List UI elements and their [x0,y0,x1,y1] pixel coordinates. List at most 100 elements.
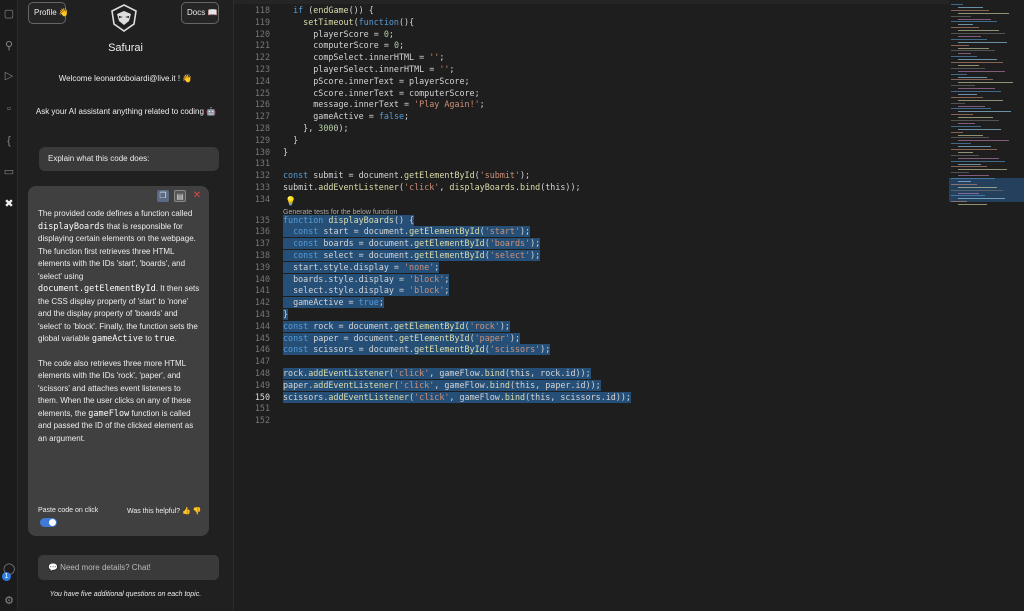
document-icon[interactable]: ▤ [174,190,186,202]
code-text: paper.addEventListener('click', gameFlow… [283,379,601,391]
code-text: boards.style.display = 'block'; [283,273,450,285]
safurai-icon[interactable]: ✖ [3,198,15,210]
minimap-line [951,178,995,179]
code-text: const start = document.getElementById('s… [283,226,531,238]
minimap-line [958,30,999,32]
line-number: 125 [254,87,270,98]
line-number: 146 [254,344,270,355]
minimap-line [958,88,995,90]
code-text: pScore.innerText = playerScore; [283,75,470,86]
run-debug-icon[interactable]: ▷ [3,70,15,82]
line-number: 150 [254,391,270,402]
line-number: 151 [254,403,270,414]
extensions-icon[interactable]: ▫ [3,103,15,115]
minimap-line [951,120,999,121]
code-text: gameActive = true; [283,297,384,309]
code-text: const paper = document.getElementById('p… [283,332,521,344]
code-text: rock.addEventListener('click', gameFlow.… [283,368,591,379]
minimap-line [951,102,965,104]
answer-text-segment: . [174,334,177,343]
minimap-line [951,108,991,110]
code-text: start.style.display = 'none'; [283,261,440,273]
line-number: 135 [254,214,270,225]
minimap-line [958,99,1003,101]
chat-input[interactable]: 💬 Need more details? Chat! [38,555,219,580]
safurai-logo [111,4,137,32]
line-number: 130 [254,146,270,157]
minimap-line [958,192,979,194]
docs-button[interactable]: Docs 📖 [181,2,219,24]
minimap-line [958,47,989,49]
minimap-line [958,70,1005,72]
close-icon[interactable]: ✕ [191,190,203,202]
minimap-line [958,140,1009,142]
code-text: message.innerText = 'Play Again!'; [283,99,485,110]
profile-button[interactable]: Profile 👋 [28,2,69,24]
line-number: 134 [254,193,270,204]
minimap-line [951,154,979,156]
terminal-icon[interactable]: ▭ [3,166,15,178]
line-number: 121 [254,40,270,51]
answer-toolbar: ❐ ▤ ✕ [157,190,203,202]
minimap-line [951,38,987,40]
minimap-line [958,6,983,8]
minimap-line [951,131,963,133]
minimap-line [958,82,1013,84]
questions-remaining-note: You have five additional questions on ea… [49,591,202,598]
code-text: } [283,146,289,157]
assistant-sidebar: Profile 👋 Docs 📖 Safurai Welcome leonard… [18,0,233,611]
minimap-line [951,73,967,75]
line-number: 138 [254,250,270,260]
minimap-line [958,76,987,78]
line-number: 142 [254,297,270,308]
minimap[interactable] [949,0,1024,611]
line-number: 152 [254,415,270,426]
minimap-line [958,64,979,66]
explorer-icon[interactable]: ▢ [3,8,15,20]
minimap-line [951,50,995,52]
code-text: const select = document.getElementById('… [283,250,541,261]
answer-paragraph: The provided code defines a function cal… [38,208,200,346]
source-control-icon[interactable]: ⚲ [3,40,15,52]
line-number: 141 [254,285,270,296]
inline-code: gameActive [91,334,144,344]
code-editor[interactable]: 118 if (endGame()) {119 setTimeout(funct… [233,0,1024,611]
minimap-line [951,143,971,145]
helpful-prompt[interactable]: Was this helpful? 👍 👎 [127,507,201,515]
line-number: 129 [254,134,270,145]
settings-icon[interactable]: ⚙ [3,595,15,607]
minimap-line [958,111,1011,113]
line-number: 140 [254,273,270,284]
code-text: } [283,134,299,145]
line-number: 147 [254,356,270,367]
minimap-line [951,149,997,150]
minimap-line [951,56,977,58]
code-lens-generate-tests[interactable]: Generate tests for the below function [283,209,397,216]
minimap-line [951,33,1005,34]
copy-icon[interactable]: ❐ [157,190,169,202]
code-text: }, 3000); [283,123,349,133]
paste-code-toggle[interactable] [40,518,57,527]
line-number: 143 [254,309,270,319]
line-number: 144 [254,320,270,331]
code-text: const boards = document.getElementById('… [283,238,541,250]
activity-bar: ▢ ⚲ ▷ ▫ { ▭ ✖ ◯ 1 ⚙ [0,0,18,611]
minimap-line [958,163,981,165]
minimap-line [951,44,969,46]
line-number: 145 [254,332,270,343]
minimap-line [958,151,973,153]
code-text: function displayBoards() { [283,214,415,226]
line-number: 120 [254,28,270,39]
line-number: 149 [254,379,270,390]
line-number: 124 [254,75,270,86]
lightbulb-icon[interactable]: 💡 [285,196,296,207]
remote-icon[interactable]: { [3,135,15,147]
code-text: select.style.display = 'block'; [283,285,450,297]
minimap-line [958,122,975,124]
code-text: setTimeout(function(){ [303,16,415,27]
minimap-line [951,91,1001,92]
line-number: 139 [254,261,270,272]
assistant-prompt-text: Ask your AI assistant anything related t… [35,107,217,116]
minimap-line [958,24,973,26]
answer-text-segment: The provided code defines a function cal… [38,209,193,218]
